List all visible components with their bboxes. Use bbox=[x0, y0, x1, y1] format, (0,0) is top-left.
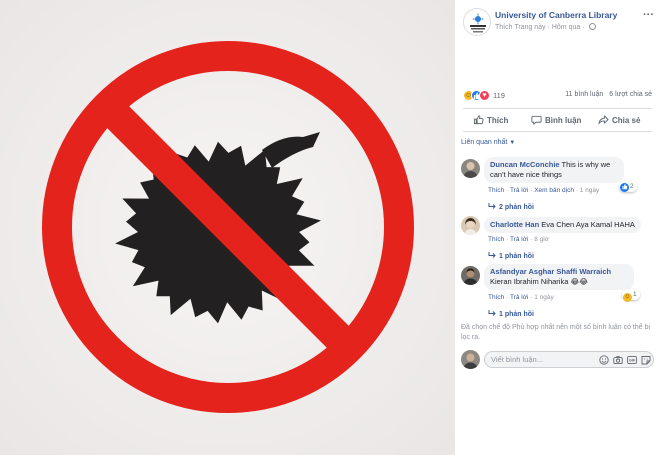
engagement-counts: 11 bình luận 6 lượt chia sẻ bbox=[565, 91, 652, 98]
comment-like-link[interactable]: Thích bbox=[488, 294, 504, 301]
like-button[interactable]: Thích bbox=[473, 114, 508, 125]
comment-actions: Thích · Trả lời · Xem bản dịch · 1 ngày bbox=[488, 187, 600, 194]
emoji-icon[interactable] bbox=[599, 355, 609, 365]
no-durian-sign-image bbox=[0, 0, 455, 455]
comment-actions: Thích · Trả lời · 8 giờ bbox=[488, 236, 549, 243]
comment-bubble: Asfandyar Asghar Shaffi Warraich Kieran … bbox=[484, 264, 634, 290]
share-count-link[interactable]: 6 lượt chia sẻ bbox=[609, 91, 652, 98]
post-photo[interactable] bbox=[0, 0, 455, 455]
like-icon bbox=[620, 183, 629, 192]
view-replies-link[interactable]: 1 phản hồi bbox=[488, 310, 534, 318]
haha-icon: ☺ bbox=[623, 293, 632, 302]
comment-author-link[interactable]: Asfandyar Asghar Shaffi Warraich bbox=[490, 267, 611, 276]
globe-icon bbox=[588, 23, 596, 30]
post-header: University of Canberra Library Thích Tra… bbox=[455, 0, 660, 44]
sticker-icon[interactable] bbox=[641, 355, 651, 365]
comment-reaction-badge[interactable]: ☺ 1 bbox=[622, 289, 640, 302]
avatar[interactable] bbox=[461, 216, 480, 235]
reply-arrow-icon bbox=[488, 203, 496, 209]
comment-reply-link[interactable]: Trả lời bbox=[510, 236, 528, 243]
view-replies-link[interactable]: 1 phản hồi bbox=[488, 252, 534, 260]
comment-time[interactable]: 8 giờ bbox=[534, 236, 549, 243]
reply-arrow-icon bbox=[488, 310, 496, 316]
avatar[interactable] bbox=[461, 159, 480, 178]
comment-like-link[interactable]: Thích bbox=[488, 236, 504, 243]
translate-link[interactable]: Xem bản dịch bbox=[534, 187, 574, 194]
avatar[interactable] bbox=[461, 266, 480, 285]
comment-reaction-count: 1 bbox=[633, 291, 637, 298]
post-meta: Thích Trang này · Hôm qua · bbox=[495, 23, 596, 31]
comment-button-label: Bình luận bbox=[545, 116, 582, 125]
replies-count: 1 phản hồi bbox=[499, 253, 534, 260]
post-action-bar: Thích Bình luận Chia sẻ bbox=[455, 110, 660, 130]
reply-arrow-icon bbox=[488, 252, 496, 258]
camera-icon[interactable] bbox=[613, 355, 623, 365]
comment-text: Kieran Ibrahim Niharika 😂😂 bbox=[490, 277, 588, 286]
share-button[interactable]: Chia sẻ bbox=[598, 114, 640, 125]
meta-separator: · bbox=[547, 24, 550, 31]
replies-count: 2 phản hồi bbox=[499, 204, 534, 211]
comment-count-link[interactable]: 11 bình luận bbox=[565, 91, 603, 98]
gif-icon[interactable]: GIF bbox=[627, 355, 637, 365]
svg-text:GIF: GIF bbox=[629, 359, 636, 363]
like-button-label: Thích bbox=[487, 116, 509, 125]
comment-composer: GIF bbox=[455, 348, 660, 372]
comment-input[interactable] bbox=[491, 354, 591, 365]
comment-reply-link[interactable]: Trả lời bbox=[510, 187, 528, 194]
comment-sort-label: Liên quan nhất bbox=[461, 139, 508, 146]
comment-author-link[interactable]: Charlotte Han bbox=[490, 220, 539, 229]
comment-time[interactable]: 1 ngày bbox=[580, 187, 600, 194]
divider bbox=[463, 108, 652, 109]
thumbs-up-icon bbox=[473, 115, 484, 125]
comment-text: Eva Chen Aya Kamal HAHA bbox=[541, 220, 635, 229]
comment-sort-dropdown[interactable]: Liên quan nhất ▼ bbox=[461, 139, 515, 146]
meta-separator: · bbox=[582, 24, 585, 31]
share-button-label: Chia sẻ bbox=[612, 116, 641, 125]
post-stats: ☺ ♥ 119 11 bình luận 6 lượt chia sẻ bbox=[455, 90, 660, 104]
more-options-icon[interactable]: ··· bbox=[643, 9, 654, 21]
page-avatar[interactable] bbox=[463, 8, 491, 36]
like-page-link[interactable]: Thích Trang này bbox=[495, 24, 546, 31]
replies-count: 1 phản hồi bbox=[499, 311, 534, 318]
page-name-link[interactable]: University of Canberra Library bbox=[495, 10, 617, 20]
love-icon: ♥ bbox=[479, 90, 490, 101]
comment-icon bbox=[531, 115, 542, 126]
reaction-count: 119 bbox=[493, 91, 505, 100]
comment-button[interactable]: Bình luận bbox=[531, 114, 582, 126]
comment-bubble: Duncan McConchie This is why we can't ha… bbox=[484, 157, 624, 183]
comment-bubble: Charlotte Han Eva Chen Aya Kamal HAHA bbox=[484, 217, 641, 233]
comment-time[interactable]: 1 ngày bbox=[534, 294, 554, 301]
view-replies-link[interactable]: 2 phản hồi bbox=[488, 203, 534, 211]
avatar[interactable] bbox=[461, 350, 480, 369]
filter-note: Đã chọn chế độ Phù hợp nhất nên một số b… bbox=[461, 324, 651, 341]
caret-down-icon: ▼ bbox=[509, 140, 516, 146]
comment-reaction-count: 2 bbox=[630, 183, 634, 190]
comment-reaction-badge[interactable]: 2 bbox=[619, 181, 637, 192]
post-time-link[interactable]: Hôm qua bbox=[552, 24, 580, 31]
divider bbox=[463, 131, 652, 132]
comment-like-link[interactable]: Thích bbox=[488, 187, 504, 194]
comment-input-box[interactable]: GIF bbox=[484, 351, 654, 368]
post-details-panel: University of Canberra Library Thích Tra… bbox=[455, 0, 660, 455]
comment-reply-link[interactable]: Trả lời bbox=[510, 294, 528, 301]
share-arrow-icon bbox=[598, 115, 609, 125]
comment-actions: Thích · Trả lời · 1 ngày bbox=[488, 294, 554, 301]
comment-author-link[interactable]: Duncan McConchie bbox=[490, 160, 560, 169]
